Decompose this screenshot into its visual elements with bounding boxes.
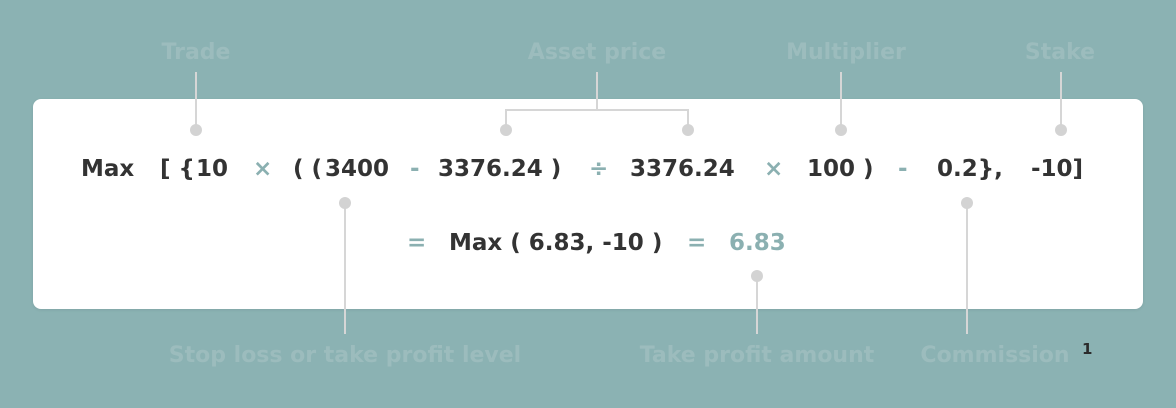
equals-operator-2: =	[687, 230, 707, 256]
label-stake: Stake	[1024, 40, 1096, 65]
open-brackets: [ {	[160, 156, 195, 182]
label-trade: Trade	[161, 40, 231, 65]
label-commission: Commission	[920, 343, 1070, 368]
divide-operator: ÷	[589, 156, 609, 182]
max-function: Max	[81, 156, 135, 182]
multiply-operator-2: ×	[764, 156, 784, 182]
formula-card	[33, 99, 1143, 309]
max-expression: Max ( 6.83, -10 )	[449, 230, 663, 256]
equals-operator-1: =	[407, 230, 427, 256]
label-multiplier: Multiplier	[786, 40, 906, 65]
label-asset-price: Asset price	[527, 40, 667, 65]
minus-operator-1: -	[410, 156, 420, 182]
open-parens: ( (	[293, 156, 323, 182]
level-value: 3400	[325, 156, 390, 182]
label-take-profit-amount: Take profit amount	[639, 343, 875, 368]
entry-price-value-2: 3376.24	[630, 156, 735, 182]
stake-value: -10]	[1031, 156, 1084, 182]
commission-value: 0.2},	[937, 156, 1003, 182]
multiplier-value: 100 )	[807, 156, 874, 182]
final-result-value: 6.83	[729, 230, 786, 256]
entry-price-value-1: 3376.24 )	[438, 156, 562, 182]
minus-operator-2: -	[898, 156, 908, 182]
multiply-operator-1: ×	[253, 156, 273, 182]
trade-value: 10	[196, 156, 229, 182]
footnote-marker: 1	[1082, 340, 1093, 358]
label-stop-loss-take-profit-level: Stop loss or take profit level	[168, 343, 522, 368]
